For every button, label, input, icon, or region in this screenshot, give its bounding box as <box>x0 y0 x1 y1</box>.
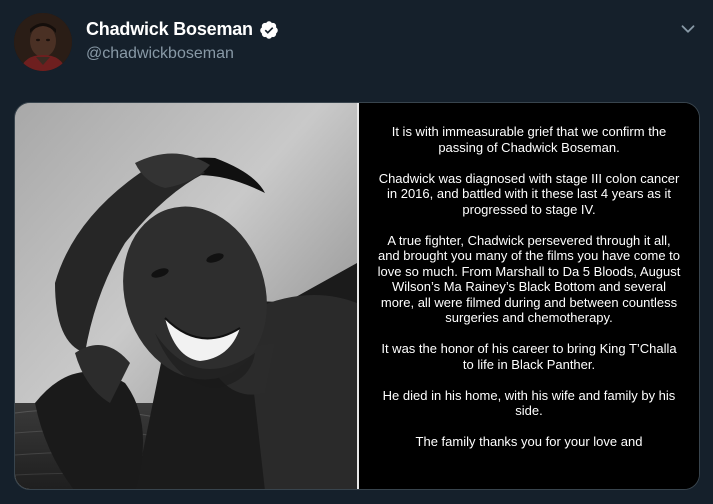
avatar[interactable] <box>14 13 72 71</box>
statement-paragraph: A true fighter, Chadwick persevered thro… <box>377 232 681 326</box>
statement-paragraph: It was the honor of his career to bring … <box>381 341 677 372</box>
tweet-card: Chadwick Boseman @chadwickboseman It is … <box>0 0 713 504</box>
statement-paragraph: It is with immeasurable grief that we co… <box>391 124 667 155</box>
display-name[interactable]: Chadwick Boseman <box>86 19 253 40</box>
chevron-down-icon[interactable] <box>677 18 699 40</box>
statement-paragraph: The family thanks you for your love and <box>415 434 643 449</box>
statement-paragraph: He died in his home, with his wife and f… <box>382 387 676 419</box>
portrait-photo[interactable] <box>15 103 357 489</box>
statement-image[interactable]: It is with immeasurable grief that we co… <box>359 103 699 489</box>
verified-badge-icon <box>259 20 279 40</box>
user-handle[interactable]: @chadwickboseman <box>86 45 234 63</box>
tweet-media[interactable]: It is with immeasurable grief that we co… <box>14 102 700 490</box>
author-name-row[interactable]: Chadwick Boseman <box>86 19 279 40</box>
statement-paragraph: Chadwick was diagnosed with stage III co… <box>378 170 680 217</box>
